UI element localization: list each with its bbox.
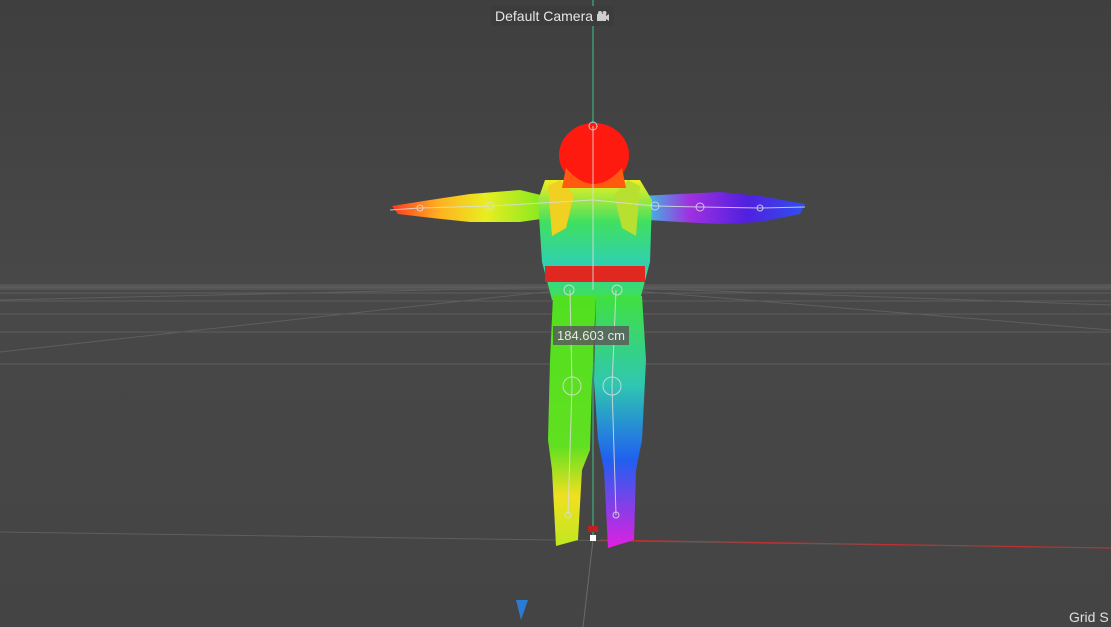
- camera-label-text: Default Camera: [495, 8, 594, 24]
- viewport-canvas[interactable]: [0, 0, 1111, 627]
- camera-label[interactable]: Default Camera: [491, 6, 615, 26]
- 3d-viewport[interactable]: Default Camera 184.603 cm Grid S: [0, 0, 1111, 627]
- height-measurement: 184.603 cm: [553, 326, 629, 345]
- camera-icon: [597, 11, 610, 21]
- grid-size-label: Grid S: [1069, 609, 1109, 625]
